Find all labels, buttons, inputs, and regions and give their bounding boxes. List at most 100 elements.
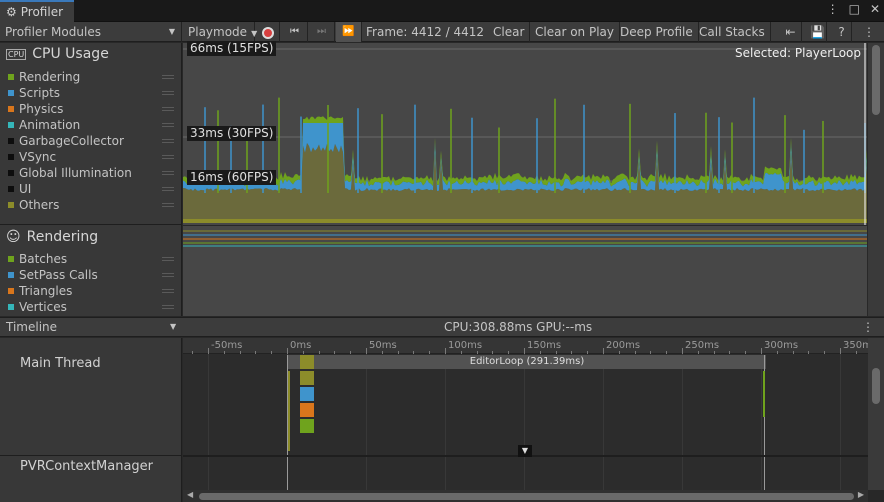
rendering-legend-item[interactable]: Vertices <box>8 299 178 315</box>
deep-profile-button[interactable]: Deep Profile <box>615 22 699 42</box>
drag-handle-icon[interactable] <box>162 171 174 175</box>
sample-block[interactable] <box>300 371 314 385</box>
sample-block[interactable] <box>300 403 314 417</box>
close-icon[interactable]: ✕ <box>870 2 880 16</box>
drag-handle-icon[interactable] <box>162 155 174 159</box>
cpu-usage-chart[interactable]: 66ms (15FPS) 33ms (30FPS) 16ms (60FPS) S… <box>183 41 867 225</box>
ruler-minor-tick <box>192 351 194 354</box>
scrollbar-thumb[interactable] <box>872 368 880 404</box>
drag-handle-icon[interactable] <box>162 91 174 95</box>
legend-label: Others <box>19 198 60 212</box>
rendering-chart[interactable] <box>183 226 867 316</box>
ruler-minor-tick <box>729 351 731 354</box>
timeline-vertical-scrollbar[interactable] <box>868 338 884 490</box>
rendering-legend-item[interactable]: SetPass Calls <box>8 267 178 283</box>
chevron-down-icon[interactable]: ▼ <box>170 322 176 331</box>
sample-block[interactable] <box>300 355 314 369</box>
drag-handle-icon[interactable] <box>162 257 174 261</box>
drag-handle-icon[interactable] <box>162 203 174 207</box>
title-bar <box>0 0 884 22</box>
toolbar: Profiler Modules ▼ Playmode ▼ ⏮ ⏭ ⏩ Frame… <box>0 22 884 42</box>
main-thread-label[interactable]: Main Thread <box>20 356 101 371</box>
ruler-tick-label: 0ms <box>290 340 312 351</box>
ruler-minor-tick <box>350 351 352 354</box>
drag-handle-icon[interactable] <box>162 75 174 79</box>
drag-handle-icon[interactable] <box>162 273 174 277</box>
ruler-tick-label: 150ms <box>527 340 562 351</box>
cpu-legend-item[interactable]: UI <box>8 181 178 197</box>
chevron-down-icon: ▼ <box>168 27 175 36</box>
expand-thread-button[interactable]: ▼ <box>518 445 532 457</box>
clear-button[interactable]: Clear <box>488 22 531 42</box>
cpu-legend-item[interactable]: Global Illumination <box>8 165 178 181</box>
scrollbar-thumb[interactable] <box>199 493 854 500</box>
cpu-legend-item[interactable]: Physics <box>8 101 178 117</box>
ruler-minor-tick <box>855 351 857 354</box>
call-stacks-button[interactable]: Call Stacks <box>694 22 771 42</box>
cpu-legend-item[interactable]: VSync <box>8 149 178 165</box>
sample-block[interactable] <box>763 371 765 417</box>
rendering-graph <box>183 230 867 247</box>
next-frame-button[interactable]: ⏭ <box>309 22 335 42</box>
playmode-dropdown[interactable]: Playmode ▼ <box>183 22 257 42</box>
timeline-view-dropdown[interactable]: Timeline <box>6 320 57 334</box>
legend-label: Vertices <box>19 300 67 314</box>
sample-block[interactable] <box>300 419 314 433</box>
ruler-minor-tick <box>808 351 810 354</box>
scrollbar-thumb[interactable] <box>872 45 880 115</box>
clear-on-play-button[interactable]: Clear on Play <box>530 22 620 42</box>
legend-swatch <box>8 202 14 208</box>
time-ruler[interactable]: -50ms 0ms 50ms 100ms 150ms 200ms 250ms 300ms 350… <box>183 338 877 354</box>
current-frame-button[interactable]: ⏩ <box>336 22 362 42</box>
toolbar-menu-button[interactable]: ⋮ <box>858 22 878 42</box>
legend-label: Scripts <box>19 86 61 100</box>
sample-block[interactable] <box>300 387 314 401</box>
cpu-legend-item[interactable]: GarbageCollector <box>8 133 178 149</box>
scroll-right-icon[interactable]: ▶ <box>858 490 864 499</box>
ruler-minor-tick <box>824 351 826 354</box>
timeline-horizontal-scrollbar[interactable]: ◀ ▶ <box>183 490 868 502</box>
load-button[interactable]: ⇤ <box>780 22 802 42</box>
scroll-left-icon[interactable]: ◀ <box>187 490 193 499</box>
timeline-grid-line <box>682 354 683 490</box>
help-icon: ? <box>838 25 845 39</box>
frame-counter: Frame: 4412 / 4412 <box>366 25 484 39</box>
drag-handle-icon[interactable] <box>162 289 174 293</box>
previous-frame-button[interactable]: ⏮ <box>282 22 308 42</box>
help-button[interactable]: ? <box>832 22 852 42</box>
drag-handle-icon[interactable] <box>162 107 174 111</box>
cpu-legend-item[interactable]: Scripts <box>8 85 178 101</box>
rendering-legend-item[interactable]: Triangles <box>8 283 178 299</box>
timeline-view[interactable]: -50ms 0ms 50ms 100ms 150ms 200ms 250ms 300ms 350… <box>183 338 877 490</box>
ruler-tick-label: 250ms <box>685 340 720 351</box>
record-button[interactable] <box>256 22 280 42</box>
profiler-icon: ⚙ <box>6 5 17 19</box>
cpu-module-title[interactable]: CPU CPU Usage <box>6 46 109 62</box>
ruler-minor-tick <box>255 351 257 354</box>
save-button[interactable]: 💾 <box>805 22 827 42</box>
profiler-modules-dropdown[interactable]: Profiler Modules ▼ <box>0 22 182 42</box>
step-back-icon: ⏮ <box>290 26 299 37</box>
cpu-legend-item[interactable]: Animation <box>8 117 178 133</box>
rendering-legend-item[interactable]: Batches <box>8 251 178 267</box>
drag-handle-icon[interactable] <box>162 139 174 143</box>
profiler-modules-label: Profiler Modules <box>5 25 101 39</box>
ruler-minor-tick <box>223 351 225 354</box>
maximize-icon[interactable]: □ <box>849 2 860 16</box>
cpu-legend-item[interactable]: Rendering <box>8 69 178 85</box>
more-options-icon[interactable]: ⋮ <box>862 320 874 334</box>
modules-scrollbar[interactable] <box>868 43 884 316</box>
profiler-tab[interactable]: ⚙ Profiler <box>0 0 74 22</box>
ruler-tick-label: -50ms <box>211 340 243 351</box>
cpu-legend-item[interactable]: Others <box>8 197 178 213</box>
drag-handle-icon[interactable] <box>162 187 174 191</box>
more-options-icon[interactable]: ⋮ <box>827 2 839 16</box>
drag-handle-icon[interactable] <box>162 123 174 127</box>
legend-swatch <box>8 154 14 160</box>
fast-forward-icon: ⏩ <box>342 26 355 37</box>
drag-handle-icon[interactable] <box>162 305 174 309</box>
editor-loop-sample[interactable]: EditorLoop (291.39ms) <box>288 355 766 369</box>
pvr-context-manager-label[interactable]: PVRContextManager <box>20 459 153 474</box>
ruler-minor-tick <box>381 351 383 354</box>
rendering-module-title[interactable]: ☺ Rendering <box>6 229 98 245</box>
